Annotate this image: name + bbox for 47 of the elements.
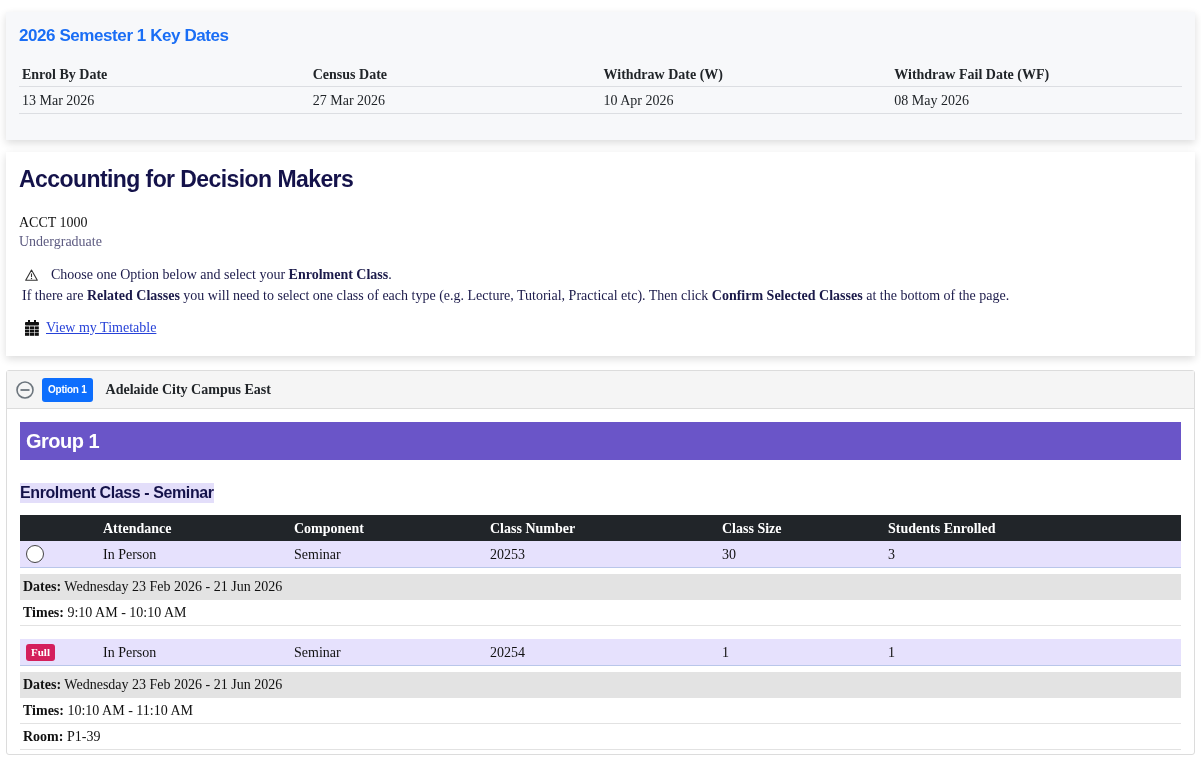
detail-row: Room: P1-39 <box>20 724 1181 750</box>
column-header: Census Date <box>309 62 601 87</box>
warning-icon <box>25 269 38 281</box>
group-heading: Group 1 <box>20 422 1181 460</box>
accordion-header[interactable]: Option 1 Adelaide City Campus East <box>7 371 1194 409</box>
table-cell-text: Seminar <box>294 643 341 662</box>
class-row[interactable]: Full In Person Seminar 20254 1 1 <box>20 639 1181 666</box>
course-code: ACCT 1000 <box>19 214 88 232</box>
radio-button[interactable] <box>26 545 44 563</box>
column-header: Withdraw Fail Date (WF) <box>891 62 1182 87</box>
table-cell-text: Seminar <box>294 545 341 564</box>
notice-text: If there are Related Classes you will need to select one class of each type (e.g. Lecture, Tutorial, Practical etc). Then click Confirm Selected Classes at the bottom of the page. <box>22 286 1010 305</box>
section-heading: Enrolment Class - Seminar <box>20 483 214 503</box>
campus-name: Adelaide City Campus East <box>105 381 271 399</box>
column-header: Withdraw Date (W) <box>600 62 892 87</box>
table-cell-text: 20253 <box>490 545 525 564</box>
class-row[interactable]: In Person Seminar 20253 30 3 <box>20 541 1181 568</box>
table-cell-text: In Person <box>103 643 157 662</box>
table-cell-text: 1 <box>722 643 729 662</box>
table-cell-text: 3 <box>888 545 895 564</box>
column-header: Attendance <box>103 519 172 538</box>
detail-row: Dates: Wednesday 23 Feb 2026 - 21 Jun 2026 <box>20 672 1181 698</box>
collapse-icon[interactable] <box>16 380 34 399</box>
table-cell-text: 30 <box>722 545 736 564</box>
table-cell-text: In Person <box>103 545 157 564</box>
panel-title: 2026 Semester 1 Key Dates <box>19 26 229 46</box>
course-title: Accounting for Decision Makers <box>19 165 354 194</box>
table-cell: 13 Mar 2026 <box>19 87 310 114</box>
notice-text: Choose one Option below and select your Enrolment Class. <box>51 266 392 284</box>
option-badge: Option 1 <box>42 377 93 402</box>
detail-row: Times: 9:10 AM - 10:10 AM <box>20 600 1181 626</box>
course-level: Undergraduate <box>19 233 102 251</box>
column-header: Class Number <box>490 519 576 538</box>
table-cell: 08 May 2026 <box>891 87 1182 114</box>
column-header: Enrol By Date <box>19 62 310 87</box>
table-cell: 27 Mar 2026 <box>309 87 601 114</box>
table-cell-text: 20254 <box>490 643 525 662</box>
table-cell-text: 1 <box>888 643 895 662</box>
full-badge: Full <box>26 643 55 661</box>
column-header: Component <box>294 519 364 538</box>
timetable-link[interactable]: View my Timetable <box>46 318 157 337</box>
calendar-icon <box>25 319 39 336</box>
column-header: Students Enrolled <box>888 519 996 538</box>
column-header: Class Size <box>722 519 782 538</box>
detail-row: Times: 10:10 AM - 11:10 AM <box>20 698 1181 724</box>
table-cell: 10 Apr 2026 <box>600 87 892 114</box>
detail-row: Dates: Wednesday 23 Feb 2026 - 21 Jun 2026 <box>20 574 1181 600</box>
